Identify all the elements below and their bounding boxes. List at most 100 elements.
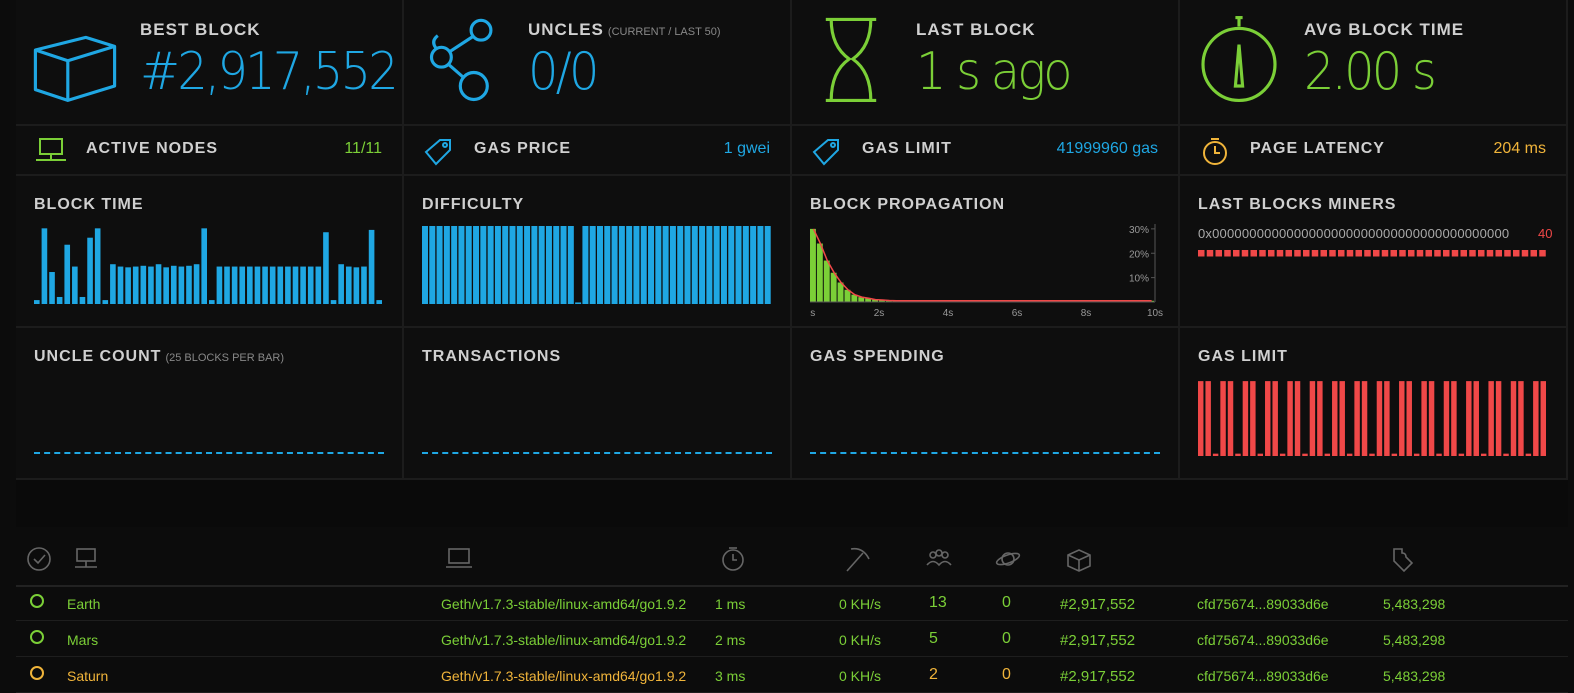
planet-icon[interactable]	[993, 545, 1023, 573]
hourglass-icon	[825, 17, 877, 102]
chart-bar	[41, 228, 48, 304]
chart-bar	[465, 226, 472, 304]
server-icon[interactable]	[71, 545, 101, 573]
chart-bar	[1488, 381, 1494, 456]
chart-bar	[1525, 453, 1532, 456]
nodes-table-header	[16, 535, 1568, 587]
tag-icon	[812, 139, 839, 166]
peers-icon[interactable]	[924, 545, 954, 573]
miner-block-square	[1434, 250, 1441, 257]
chart-bar	[94, 228, 101, 304]
miner-block-square	[1224, 250, 1231, 257]
pickaxe-icon[interactable]	[843, 545, 873, 573]
gas-limit-chart-panel: GAS LIMIT	[1180, 328, 1568, 480]
miner-block-square	[1478, 250, 1485, 257]
miner-block-square	[1469, 250, 1476, 257]
active-nodes-value: 11/11	[344, 140, 382, 157]
chart-bar	[1458, 453, 1465, 456]
miner-block-square	[1259, 250, 1266, 257]
node-name: Mars	[67, 632, 99, 648]
chart-bar	[201, 228, 207, 304]
status-indicator	[30, 666, 44, 680]
uncles-value: 0/0	[528, 42, 599, 102]
table-row[interactable]: Earth Geth/v1.7.3-stable/linux-amd64/go1.…	[16, 586, 1568, 621]
node-peers: 2	[929, 666, 938, 683]
last-block-title: LAST BLOCK	[916, 20, 1036, 39]
chart-bar	[699, 226, 706, 304]
chart-bar	[148, 266, 154, 304]
chart-bar	[1346, 453, 1353, 456]
miner-block-square	[1530, 250, 1537, 257]
chart-bar	[231, 266, 238, 304]
chart-bar	[49, 272, 55, 304]
node-name: Earth	[67, 596, 101, 612]
node-latency: 3 ms	[715, 668, 746, 684]
chart-bar	[1198, 381, 1204, 456]
difficulty-chart-panel: DIFFICULTY	[404, 176, 792, 328]
chart-bar	[567, 226, 574, 304]
chart-bar	[1302, 453, 1308, 456]
node-latency: 2 ms	[715, 632, 746, 648]
miner-row: 0x00000000000000000000000000000000000000…	[1198, 226, 1552, 262]
page-latency-panel: PAGE LATENCY 204 ms	[1180, 126, 1568, 176]
miner-block-square	[1460, 250, 1467, 257]
chart-bar	[79, 296, 86, 304]
chart-bar	[1443, 381, 1450, 456]
y-tick-label: 20%	[1129, 249, 1149, 260]
block-time-chart	[34, 228, 382, 304]
chart-bar	[750, 226, 757, 304]
avg-block-time-value: 2.00 s	[1304, 42, 1437, 102]
chart-bar	[224, 266, 230, 304]
chart-bar	[830, 272, 837, 302]
cube-icon[interactable]	[1064, 545, 1094, 573]
miner-block-square	[1338, 250, 1345, 257]
puzzle-icon[interactable]	[1386, 545, 1416, 573]
chart-bar	[155, 264, 162, 304]
chart-bar	[345, 266, 352, 304]
chart-bar	[1480, 453, 1487, 456]
miner-block-square	[1443, 250, 1450, 257]
chart-bar	[34, 300, 40, 304]
chart-bar	[56, 296, 63, 304]
chart-bar	[1294, 381, 1301, 456]
chart-bar	[72, 266, 78, 304]
page-latency-value: 204 ms	[1493, 140, 1546, 157]
chart-bar	[458, 226, 465, 304]
miner-block-square	[1241, 250, 1249, 257]
miner-block-square	[1486, 250, 1494, 257]
best-block-panel: BEST BLOCK #2,917,552	[16, 0, 404, 126]
miner-block-square	[1303, 250, 1310, 257]
chart-bar	[1518, 381, 1524, 456]
chart-bar	[502, 226, 509, 304]
table-row[interactable]: Saturn Geth/v1.7.3-stable/linux-amd64/go1…	[16, 658, 1568, 693]
chart-bar	[626, 226, 633, 304]
active-nodes-title: ACTIVE NODES	[86, 140, 219, 157]
stopwatch-icon[interactable]	[718, 545, 748, 573]
chart-bar	[735, 226, 742, 304]
chart-bar	[1339, 381, 1345, 456]
table-row[interactable]: Mars Geth/v1.7.3-stable/linux-amd64/go1.9…	[16, 622, 1568, 657]
chart-bar	[1428, 381, 1435, 456]
laptop-icon[interactable]	[444, 545, 474, 573]
uncle-count-subtitle: (25 BLOCKS PER BAR)	[165, 352, 285, 364]
chart-bar	[140, 265, 147, 304]
check-circle-icon[interactable]	[24, 545, 54, 573]
miner-block-square	[1250, 250, 1257, 257]
node-version: Geth/v1.7.3-stable/linux-amd64/go1.9.2	[441, 596, 687, 612]
transactions-baseline	[422, 452, 772, 454]
chart-bar	[640, 226, 647, 304]
chart-bar	[193, 264, 200, 304]
miner-block-square	[1215, 250, 1222, 257]
chart-bar	[117, 266, 124, 304]
node-version: Geth/v1.7.3-stable/linux-amd64/go1.9.2	[441, 668, 687, 684]
difficulty-chart-title: DIFFICULTY	[422, 196, 525, 213]
x-tick-label: 4s	[943, 308, 954, 319]
chart-bar	[677, 226, 684, 304]
chart-bar	[1265, 381, 1271, 456]
chart-bar	[353, 267, 360, 304]
node-block-hash: cfd75674...89033d6e	[1197, 668, 1329, 684]
chart-bar	[330, 300, 337, 304]
chart-bar	[487, 226, 494, 304]
chart-bar	[1495, 381, 1502, 456]
chart-bar	[163, 267, 169, 304]
